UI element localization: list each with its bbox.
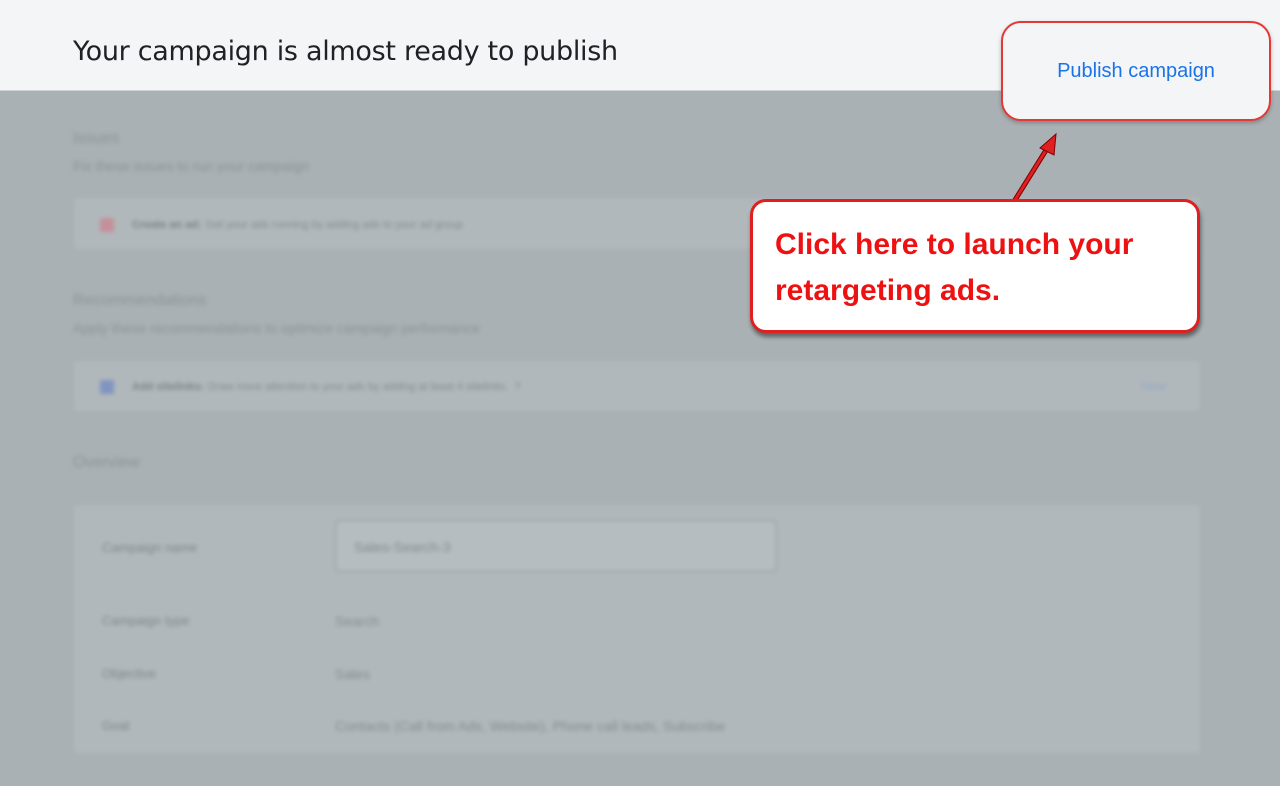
recommendations-subtitle: Apply these recommendations to optimize … (73, 320, 480, 336)
wrench-icon (100, 218, 114, 232)
recommendation-row: Add sitelinks: Draw more attention to yo… (100, 380, 520, 394)
issues-title: Issues (73, 130, 120, 147)
goal-label: Goal (102, 718, 130, 733)
page-title: Your campaign is almost ready to publish (73, 36, 618, 67)
sitelinks-icon (100, 380, 114, 394)
objective-value: Sales (335, 666, 371, 682)
campaign-type-value: Search (335, 613, 380, 629)
callout-text: Click here to launch your retargeting ad… (775, 228, 1134, 307)
publish-campaign-button[interactable]: Publish campaign (1057, 60, 1215, 83)
campaign-name-label: Campaign name (102, 540, 198, 555)
recommendation-text: Draw more attention to your ads by addin… (208, 381, 509, 393)
overview-card: Campaign name Sales-Search-3 Campaign ty… (73, 504, 1201, 754)
blurred-content: Issues Fix these issues to run your camp… (0, 92, 1280, 786)
issues-subtitle: Fix these issues to run your campaign (73, 158, 309, 174)
recommendation-bold: Add sitelinks: (132, 381, 205, 393)
campaign-name-input[interactable]: Sales-Search-3 (335, 520, 777, 572)
help-icon[interactable]: ? (514, 381, 520, 393)
overview-title: Overview (73, 454, 140, 471)
view-link[interactable]: View (1140, 379, 1166, 393)
campaign-type-label: Campaign type (102, 613, 190, 628)
issue-text: Get your ads running by adding ads to yo… (205, 219, 464, 231)
callout-box: Click here to launch your retargeting ad… (750, 199, 1200, 333)
issue-bold: Create an ad: (132, 219, 202, 231)
recommendation-card[interactable]: Add sitelinks: Draw more attention to yo… (73, 360, 1201, 412)
recommendations-title: Recommendations (73, 292, 207, 309)
objective-label: Objective (102, 666, 157, 681)
goal-value: Contacts (Call from Ads, Website), Phone… (335, 718, 726, 734)
issue-row: Create an ad: Get your ads running by ad… (100, 218, 463, 232)
publish-highlight: Publish campaign (1001, 21, 1271, 121)
